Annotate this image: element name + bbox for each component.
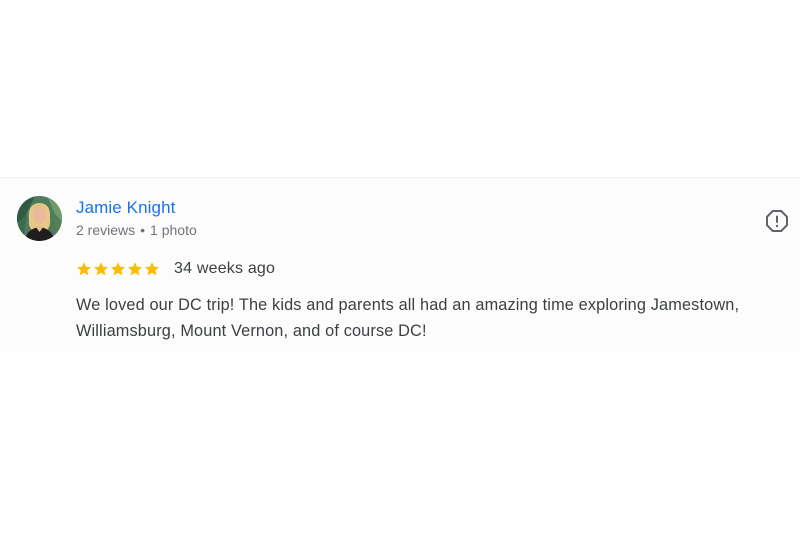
star-icon — [94, 262, 108, 276]
reviews-count: 2 reviews — [76, 222, 136, 238]
review-card: Jamie Knight 2 reviews • 1 photo 34 weeks … — [0, 177, 800, 351]
rating-row: 34 weeks ago — [76, 258, 275, 280]
report-review-button[interactable] — [762, 206, 792, 236]
author-meta: 2 reviews • 1 photo — [76, 222, 197, 238]
star-icon — [111, 262, 125, 276]
review-text: We loved our DC trip! The kids and paren… — [76, 296, 740, 340]
avatar-image — [17, 196, 62, 241]
star-icon — [128, 262, 142, 276]
star-rating — [76, 261, 160, 277]
report-flag-icon — [766, 210, 788, 232]
star-icon — [77, 262, 91, 276]
review-time: 34 weeks ago — [174, 260, 276, 277]
author-name-link[interactable]: Jamie Knight — [76, 198, 175, 218]
meta-separator: • — [140, 222, 146, 238]
page: Jamie Knight 2 reviews • 1 photo 34 weeks … — [0, 0, 800, 533]
author-avatar[interactable] — [17, 196, 62, 241]
star-icon — [145, 262, 159, 276]
photos-count: 1 photo — [150, 222, 197, 238]
